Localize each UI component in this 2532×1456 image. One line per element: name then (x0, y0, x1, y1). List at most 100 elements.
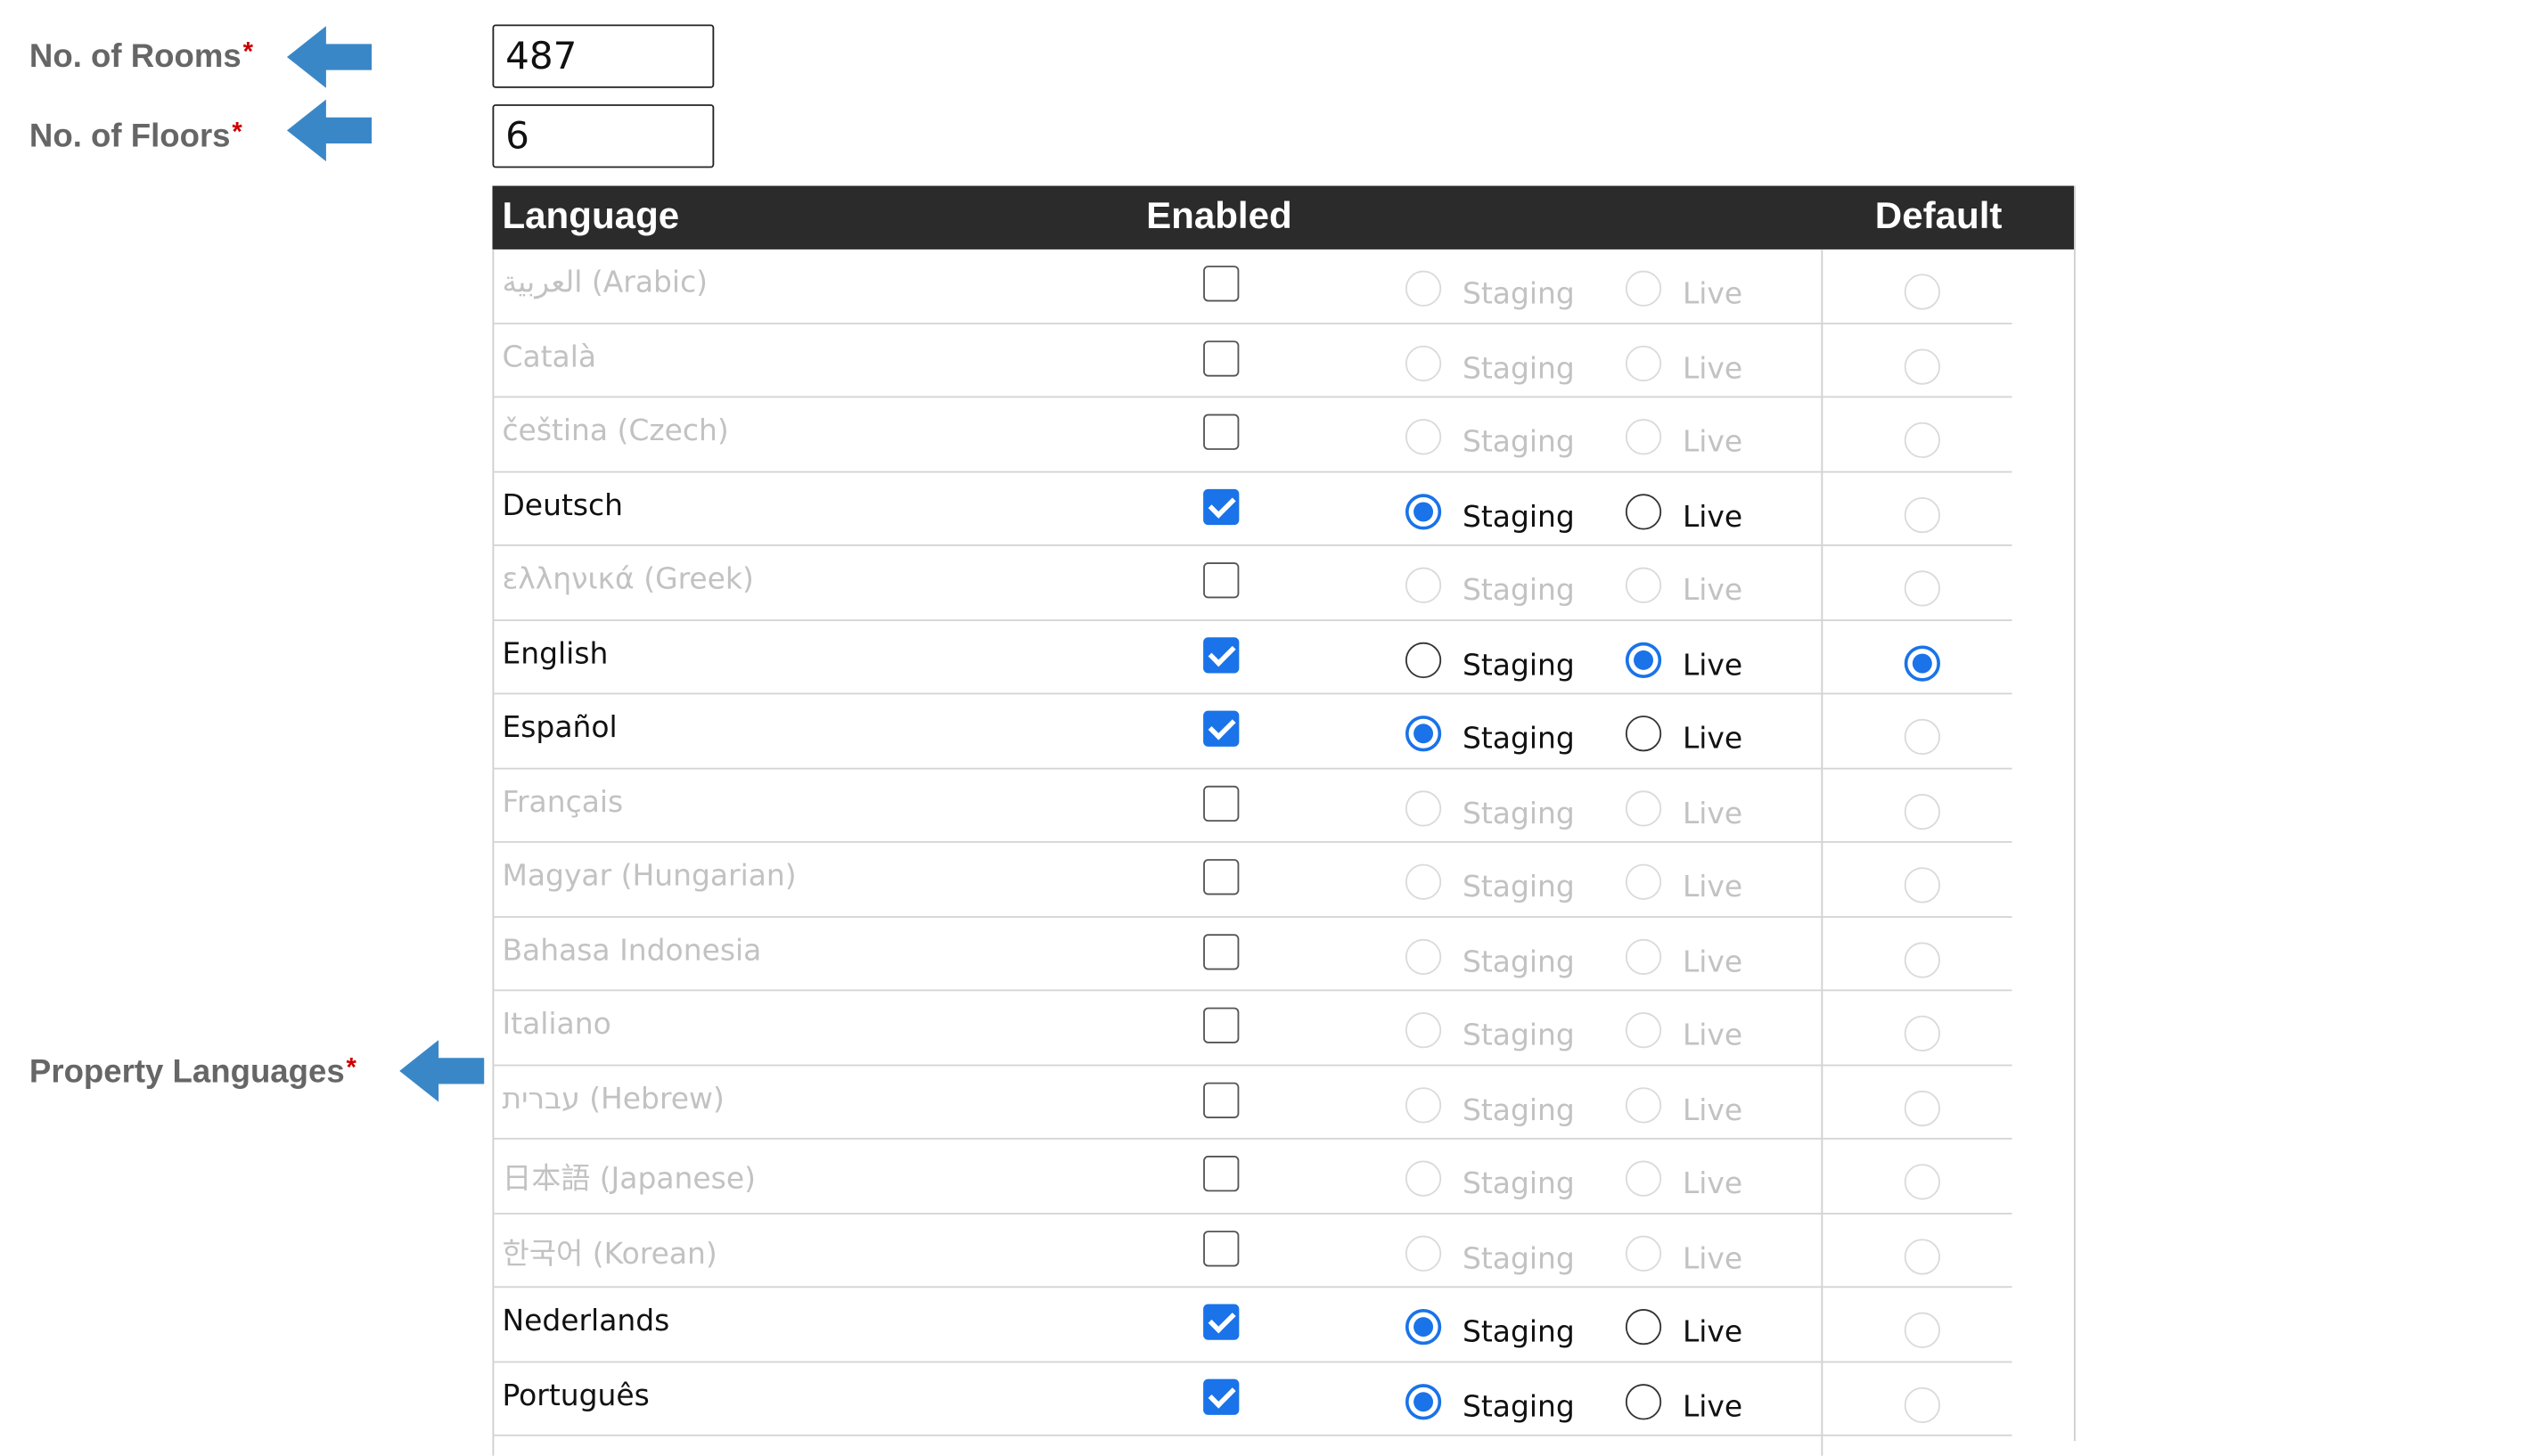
default-radio[interactable] (1904, 718, 1940, 756)
staging-radio[interactable] (1405, 1012, 1442, 1049)
language-name: Español (502, 710, 618, 746)
staging-radio[interactable] (1405, 1309, 1442, 1346)
enabled-checkbox[interactable] (1203, 1007, 1240, 1043)
live-radio[interactable] (1625, 344, 1662, 381)
enabled-checkbox[interactable] (1203, 933, 1240, 969)
language-row: עברית (Hebrew) Staging Live (492, 1066, 2012, 1140)
default-radio[interactable] (1904, 1238, 1940, 1274)
enabled-checkbox[interactable] (1203, 266, 1240, 302)
live-radio[interactable] (1625, 493, 1662, 529)
default-radio[interactable] (1904, 1015, 1940, 1051)
live-radio[interactable] (1625, 1086, 1662, 1123)
enabled-checkbox[interactable] (1203, 413, 1240, 450)
enabled-checkbox[interactable] (1203, 1081, 1240, 1118)
live-radio[interactable] (1625, 419, 1662, 455)
live-radio[interactable] (1625, 789, 1662, 826)
header-language: Language (502, 193, 680, 237)
staging-label: Staging (1462, 722, 1575, 757)
enabled-checkbox[interactable] (1203, 339, 1240, 376)
live-label: Live (1682, 1018, 1743, 1053)
live-radio[interactable] (1625, 270, 1662, 307)
live-label: Live (1682, 276, 1743, 312)
live-radio[interactable] (1625, 937, 1662, 975)
enabled-checkbox[interactable] (1203, 1156, 1240, 1192)
live-radio[interactable] (1625, 716, 1662, 752)
staging-radio[interactable] (1405, 270, 1442, 307)
staging-radio[interactable] (1405, 1234, 1442, 1272)
enabled-checkbox[interactable] (1203, 1230, 1240, 1266)
language-name: العربية (Arabic) (502, 266, 709, 300)
left-arrow-icon (399, 1040, 485, 1102)
default-radio[interactable] (1904, 1089, 1940, 1126)
live-label: Live (1682, 1166, 1743, 1202)
staging-radio[interactable] (1405, 493, 1442, 529)
staging-radio[interactable] (1405, 344, 1442, 381)
live-radio[interactable] (1625, 567, 1662, 603)
language-name: Bahasa Indonesia (502, 933, 762, 968)
staging-radio[interactable] (1405, 716, 1442, 752)
enabled-checkbox[interactable] (1203, 1378, 1240, 1415)
live-label: Live (1682, 1241, 1743, 1276)
staging-label: Staging (1462, 573, 1575, 609)
staging-radio[interactable] (1405, 789, 1442, 826)
staging-radio[interactable] (1405, 1086, 1442, 1123)
live-radio[interactable] (1625, 1160, 1662, 1197)
default-radio[interactable] (1904, 644, 1940, 681)
default-radio[interactable] (1904, 274, 1940, 310)
enabled-checkbox[interactable] (1203, 636, 1240, 673)
live-label: Live (1682, 722, 1743, 757)
staging-radio[interactable] (1405, 863, 1442, 900)
default-radio[interactable] (1904, 1164, 1940, 1200)
live-label: Live (1682, 499, 1743, 535)
staging-label: Staging (1462, 1241, 1575, 1276)
enabled-checkbox[interactable] (1203, 784, 1240, 822)
live-label: Live (1682, 1315, 1743, 1350)
staging-radio[interactable] (1405, 1160, 1442, 1197)
staging-radio[interactable] (1405, 567, 1442, 603)
live-label: Live (1682, 573, 1743, 609)
live-radio[interactable] (1625, 1234, 1662, 1272)
live-radio[interactable] (1625, 1309, 1662, 1346)
staging-radio[interactable] (1405, 1383, 1442, 1419)
staging-label: Staging (1462, 1018, 1575, 1053)
required-asterisk: * (242, 38, 253, 68)
language-name: Nederlands (502, 1304, 670, 1338)
rooms-input[interactable] (492, 24, 715, 88)
rooms-label-text: No. of Rooms (29, 38, 242, 76)
staging-radio[interactable] (1405, 937, 1442, 975)
enabled-checkbox[interactable] (1203, 562, 1240, 599)
default-radio[interactable] (1904, 421, 1940, 459)
header-enabled: Enabled (1146, 193, 1292, 237)
live-radio[interactable] (1625, 863, 1662, 900)
live-radio[interactable] (1625, 1383, 1662, 1419)
staging-label: Staging (1462, 276, 1575, 312)
default-radio[interactable] (1904, 1312, 1940, 1348)
languages-table: Language Enabled Default العربية (Arabic… (492, 185, 2076, 1456)
staging-radio[interactable] (1405, 641, 1442, 678)
default-radio[interactable] (1904, 793, 1940, 830)
default-radio[interactable] (1904, 570, 1940, 607)
languages-label-text: Property Languages (29, 1054, 345, 1091)
live-radio[interactable] (1625, 641, 1662, 678)
language-row: Bahasa Indonesia Staging Live (492, 917, 2012, 992)
default-radio[interactable] (1904, 867, 1940, 904)
required-asterisk: * (346, 1054, 356, 1083)
language-name: Magyar (Hungarian) (502, 859, 797, 894)
live-radio[interactable] (1625, 1012, 1662, 1049)
default-radio[interactable] (1904, 1386, 1940, 1423)
default-radio[interactable] (1904, 496, 1940, 533)
language-name: 한국어 (Korean) (502, 1236, 717, 1272)
floors-input[interactable] (492, 104, 715, 168)
staging-label: Staging (1462, 425, 1575, 460)
default-radio[interactable] (1904, 348, 1940, 384)
enabled-checkbox[interactable] (1203, 1304, 1240, 1340)
staging-radio[interactable] (1405, 419, 1442, 455)
left-arrow-icon (286, 26, 373, 88)
enabled-checkbox[interactable] (1203, 710, 1240, 747)
floors-label: No. of Floors * (29, 119, 242, 157)
enabled-checkbox[interactable] (1203, 487, 1240, 525)
enabled-checkbox[interactable] (1203, 859, 1240, 896)
language-row: Català Staging Live (492, 323, 2012, 398)
default-radio[interactable] (1904, 941, 1940, 977)
staging-label: Staging (1462, 1166, 1575, 1202)
